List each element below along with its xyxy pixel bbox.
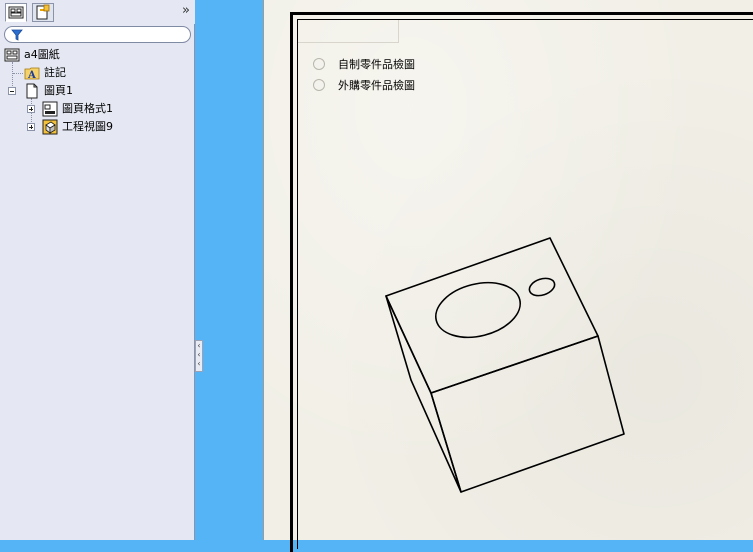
sheet-format-icon [42,101,58,117]
expand-toggle-icon[interactable] [27,105,35,113]
model-left-face [385,295,462,493]
panel-splitter-handle[interactable]: ‹ ‹ ‹ [195,340,203,372]
model-top-face [385,237,599,394]
tree-item-label: a4圖紙 [24,48,60,61]
panel-tab-bar: » [0,0,195,24]
svg-text:A: A [27,70,36,81]
feature-manager-panel: » a4圖紙 A 註記 圖頁1 圖頁格式1 工程視圖9 [0,0,195,540]
tree-item-label: 工程視圖9 [62,120,113,133]
tree-item-label: 圖頁格式1 [62,102,113,115]
property-manager-tab[interactable] [32,3,54,22]
model-front-face [430,335,625,493]
feature-tree-tab[interactable] [5,3,27,22]
tree-connector [13,73,23,74]
tree-item-label: 註記 [44,66,66,79]
tree-item-label: 圖頁1 [44,84,73,97]
filter-input[interactable] [4,26,191,43]
drawing-sheet[interactable]: 自制零件品檢圖 外購零件品檢圖 [263,0,753,552]
feature-tree-icon [8,6,24,19]
drawing-view-icon [42,119,58,135]
collapse-panel-icon[interactable]: » [182,4,190,18]
expand-toggle-icon[interactable] [27,123,35,131]
model-small-hole [528,277,556,297]
drawing-icon [4,48,20,62]
model-large-hole [435,281,521,339]
annotations-folder-icon: A [24,67,40,81]
drawing-view-isometric[interactable] [264,0,753,540]
filter-funnel-icon[interactable] [11,29,23,41]
sheet-icon [26,83,38,99]
collapse-toggle-icon[interactable] [8,87,16,95]
property-manager-icon [36,4,50,20]
